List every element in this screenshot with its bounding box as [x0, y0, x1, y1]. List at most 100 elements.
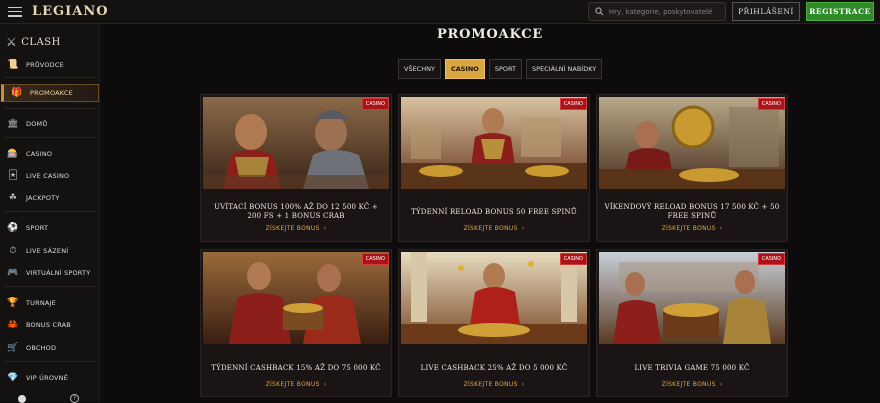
- sidebar-item-sport[interactable]: ⚽ SPORT: [0, 219, 100, 237]
- get-bonus-link[interactable]: ZÍSKEJTE BONUS ›: [201, 225, 391, 232]
- chevron-right-icon: ›: [719, 225, 723, 232]
- trophy-icon: 🏆: [7, 298, 19, 308]
- page-title: PROMOAKCE: [436, 27, 544, 42]
- get-bonus-link[interactable]: ZÍSKEJTE BONUS ›: [399, 225, 589, 232]
- cta-label: ZÍSKEJTE BONUS: [661, 381, 716, 388]
- register-button[interactable]: REGISTRACE: [806, 2, 874, 21]
- promo-image: [401, 97, 587, 189]
- sidebar-item-home[interactable]: 🏛 DOMŮ: [0, 115, 100, 133]
- cta-label: ZÍSKEJTE BONUS: [265, 225, 320, 232]
- category-badge: CASINO: [361, 253, 389, 265]
- category-badge: CASINO: [757, 98, 785, 110]
- filter-casino[interactable]: CASINO: [444, 59, 485, 79]
- divider: [4, 361, 96, 362]
- chevron-right-icon: ›: [719, 381, 723, 388]
- sidebar-item-casino[interactable]: 🎰 CASINO: [0, 145, 100, 163]
- promo-card[interactable]: CASINO UVÍTACÍ BONUS 100% AŽ DO 12 500 K…: [200, 94, 392, 242]
- promo-card[interactable]: CASINO TÝDENNÍ RELOAD BONUS 50 FREE SPIN…: [398, 94, 590, 242]
- cta-label: ZÍSKEJTE BONUS: [463, 381, 518, 388]
- category-badge: CASINO: [559, 98, 587, 110]
- gamepad-icon: 🎮: [7, 268, 19, 278]
- promo-title: VÍKENDOVÝ RELOAD BONUS 17 500 KČ + 50 FR…: [604, 203, 780, 220]
- promo-image: [203, 252, 389, 344]
- sidebar-item-label: PRŮVODCE: [26, 61, 64, 69]
- chevron-right-icon: ›: [521, 225, 525, 232]
- search-icon: [595, 7, 604, 16]
- sidebar-item-label: VIP ÚROVNĚ: [26, 374, 69, 382]
- sidebar-item-guide[interactable]: 📜 PRŮVODCE: [0, 56, 100, 74]
- sidebar-item-shop[interactable]: 🛒 OBCHOD: [0, 339, 100, 357]
- sidebar-item-label: VIRTUÁLNÍ SPORTY: [26, 269, 91, 277]
- live-betting-icon: ⏱: [9, 246, 17, 256]
- promo-card[interactable]: CASINO VÍKENDOVÝ RELOAD BONUS 17 500 KČ …: [596, 94, 788, 242]
- sidebar-item-promotions[interactable]: 🎁 PROMOAKCE: [1, 84, 99, 102]
- clash-label: CLASH: [21, 36, 61, 48]
- sidebar-item-label: TURNAJE: [26, 299, 56, 307]
- divider: [4, 137, 96, 138]
- promo-title: LIVE TRIVIA GAME 75 000 KČ: [634, 364, 750, 372]
- promo-title: UVÍTACÍ BONUS 100% AŽ DO 12 500 KČ + 200…: [214, 203, 378, 220]
- promo-title: TÝDENNÍ RELOAD BONUS 50 FREE SPINŮ: [411, 208, 577, 216]
- get-bonus-link[interactable]: ZÍSKEJTE BONUS ›: [399, 381, 589, 388]
- sidebar-item-bonus-crab[interactable]: 🦀 BONUS CRAB: [0, 316, 100, 334]
- divider: [4, 211, 96, 212]
- get-bonus-link[interactable]: ZÍSKEJTE BONUS ›: [597, 381, 787, 388]
- category-badge: CASINO: [559, 253, 587, 265]
- sidebar-item-tournaments[interactable]: 🏆 TURNAJE: [0, 294, 100, 312]
- divider: [4, 286, 96, 287]
- filter-special-offers[interactable]: SPECIÁLNÍ NABÍDKY: [526, 59, 603, 79]
- sidebar-item-label: LIVE CASINO: [26, 172, 70, 180]
- promo-image: [203, 97, 389, 189]
- diamond-icon: 💎: [7, 373, 19, 383]
- chevron-right-icon: ›: [521, 381, 525, 388]
- sidebar-item-label: OBCHOD: [26, 344, 57, 352]
- clover-icon: ☘: [8, 193, 18, 203]
- sidebar: ⚔ CLASH 📜 PRŮVODCE 🎁 PROMOAKCE 🏛 DOMŮ 🎰 …: [0, 24, 100, 403]
- filter-tabs: VŠECHNY CASINO SPORT SPECIÁLNÍ NABÍDKY: [398, 59, 603, 79]
- site-logo[interactable]: LEGIANO: [32, 4, 109, 19]
- search-input[interactable]: [608, 7, 725, 16]
- divider: [4, 108, 96, 109]
- sidebar-item-label: JACKPOTY: [26, 194, 60, 202]
- sidebar-item-jackpots[interactable]: ☘ JACKPOTY: [0, 189, 100, 207]
- slot-machine-icon: 🎰: [7, 149, 19, 159]
- promo-title: LIVE CASHBACK 25% AŽ DO 5 000 KČ: [420, 364, 568, 372]
- cta-label: ZÍSKEJTE BONUS: [463, 225, 518, 232]
- gift-icon: 🎁: [11, 88, 23, 98]
- crossed-swords-icon: ⚔: [6, 35, 18, 49]
- filter-sport[interactable]: SPORT: [488, 59, 523, 79]
- cta-label: ZÍSKEJTE BONUS: [661, 225, 716, 232]
- filter-all[interactable]: VŠECHNY: [398, 59, 441, 79]
- promo-card[interactable]: CASINO TÝDENNÍ CASHBACK 15% AŽ DO 75 000…: [200, 249, 392, 397]
- sidebar-item-label: SPORT: [26, 224, 49, 232]
- menu-icon[interactable]: [8, 6, 22, 17]
- cta-label: ZÍSKEJTE BONUS: [265, 381, 320, 388]
- sidebar-item-virtual-sports[interactable]: 🎮 VIRTUÁLNÍ SPORTY: [0, 264, 100, 282]
- login-button[interactable]: PŘIHLÁŠENÍ: [732, 2, 800, 21]
- temple-icon: 🏛: [7, 119, 19, 129]
- sidebar-item-live-betting[interactable]: ⏱ LIVE SÁZENÍ: [0, 242, 100, 260]
- get-bonus-link[interactable]: ZÍSKEJTE BONUS ›: [201, 381, 391, 388]
- get-bonus-link[interactable]: ZÍSKEJTE BONUS ›: [597, 225, 787, 232]
- search-box[interactable]: [588, 2, 726, 21]
- sidebar-item-label: DOMŮ: [26, 120, 48, 128]
- clash-link[interactable]: ⚔ CLASH: [6, 35, 61, 49]
- live-dealer-icon: 🃏: [8, 171, 18, 181]
- shop-icon: 🛒: [7, 343, 19, 353]
- sidebar-item-label: BONUS CRAB: [26, 321, 71, 329]
- promo-title: TÝDENNÍ CASHBACK 15% AŽ DO 75 000 KČ: [211, 364, 381, 372]
- category-badge: CASINO: [361, 98, 389, 110]
- sidebar-item-label: PROMOAKCE: [30, 89, 73, 97]
- promo-card[interactable]: CASINO LIVE CASHBACK 25% AŽ DO 5 000 KČ …: [398, 249, 590, 397]
- sidebar-item-label: CASINO: [26, 150, 53, 158]
- scroll-icon: 📜: [7, 60, 19, 70]
- promo-card[interactable]: CASINO LIVE TRIVIA GAME 75 000 KČ ZÍSKEJ…: [596, 249, 788, 397]
- sidebar-item-live-casino[interactable]: 🃏 LIVE CASINO: [0, 167, 100, 185]
- sidebar-item-vip-levels[interactable]: 💎 VIP ÚROVNĚ: [0, 369, 100, 387]
- soccer-ball-icon: ⚽: [7, 223, 19, 233]
- crab-icon: 🦀: [7, 320, 19, 330]
- chevron-right-icon: ›: [323, 225, 327, 232]
- promo-image: [599, 97, 785, 189]
- divider: [4, 77, 96, 78]
- top-bar: LEGIANO PŘIHLÁŠENÍ REGISTRACE: [0, 0, 880, 24]
